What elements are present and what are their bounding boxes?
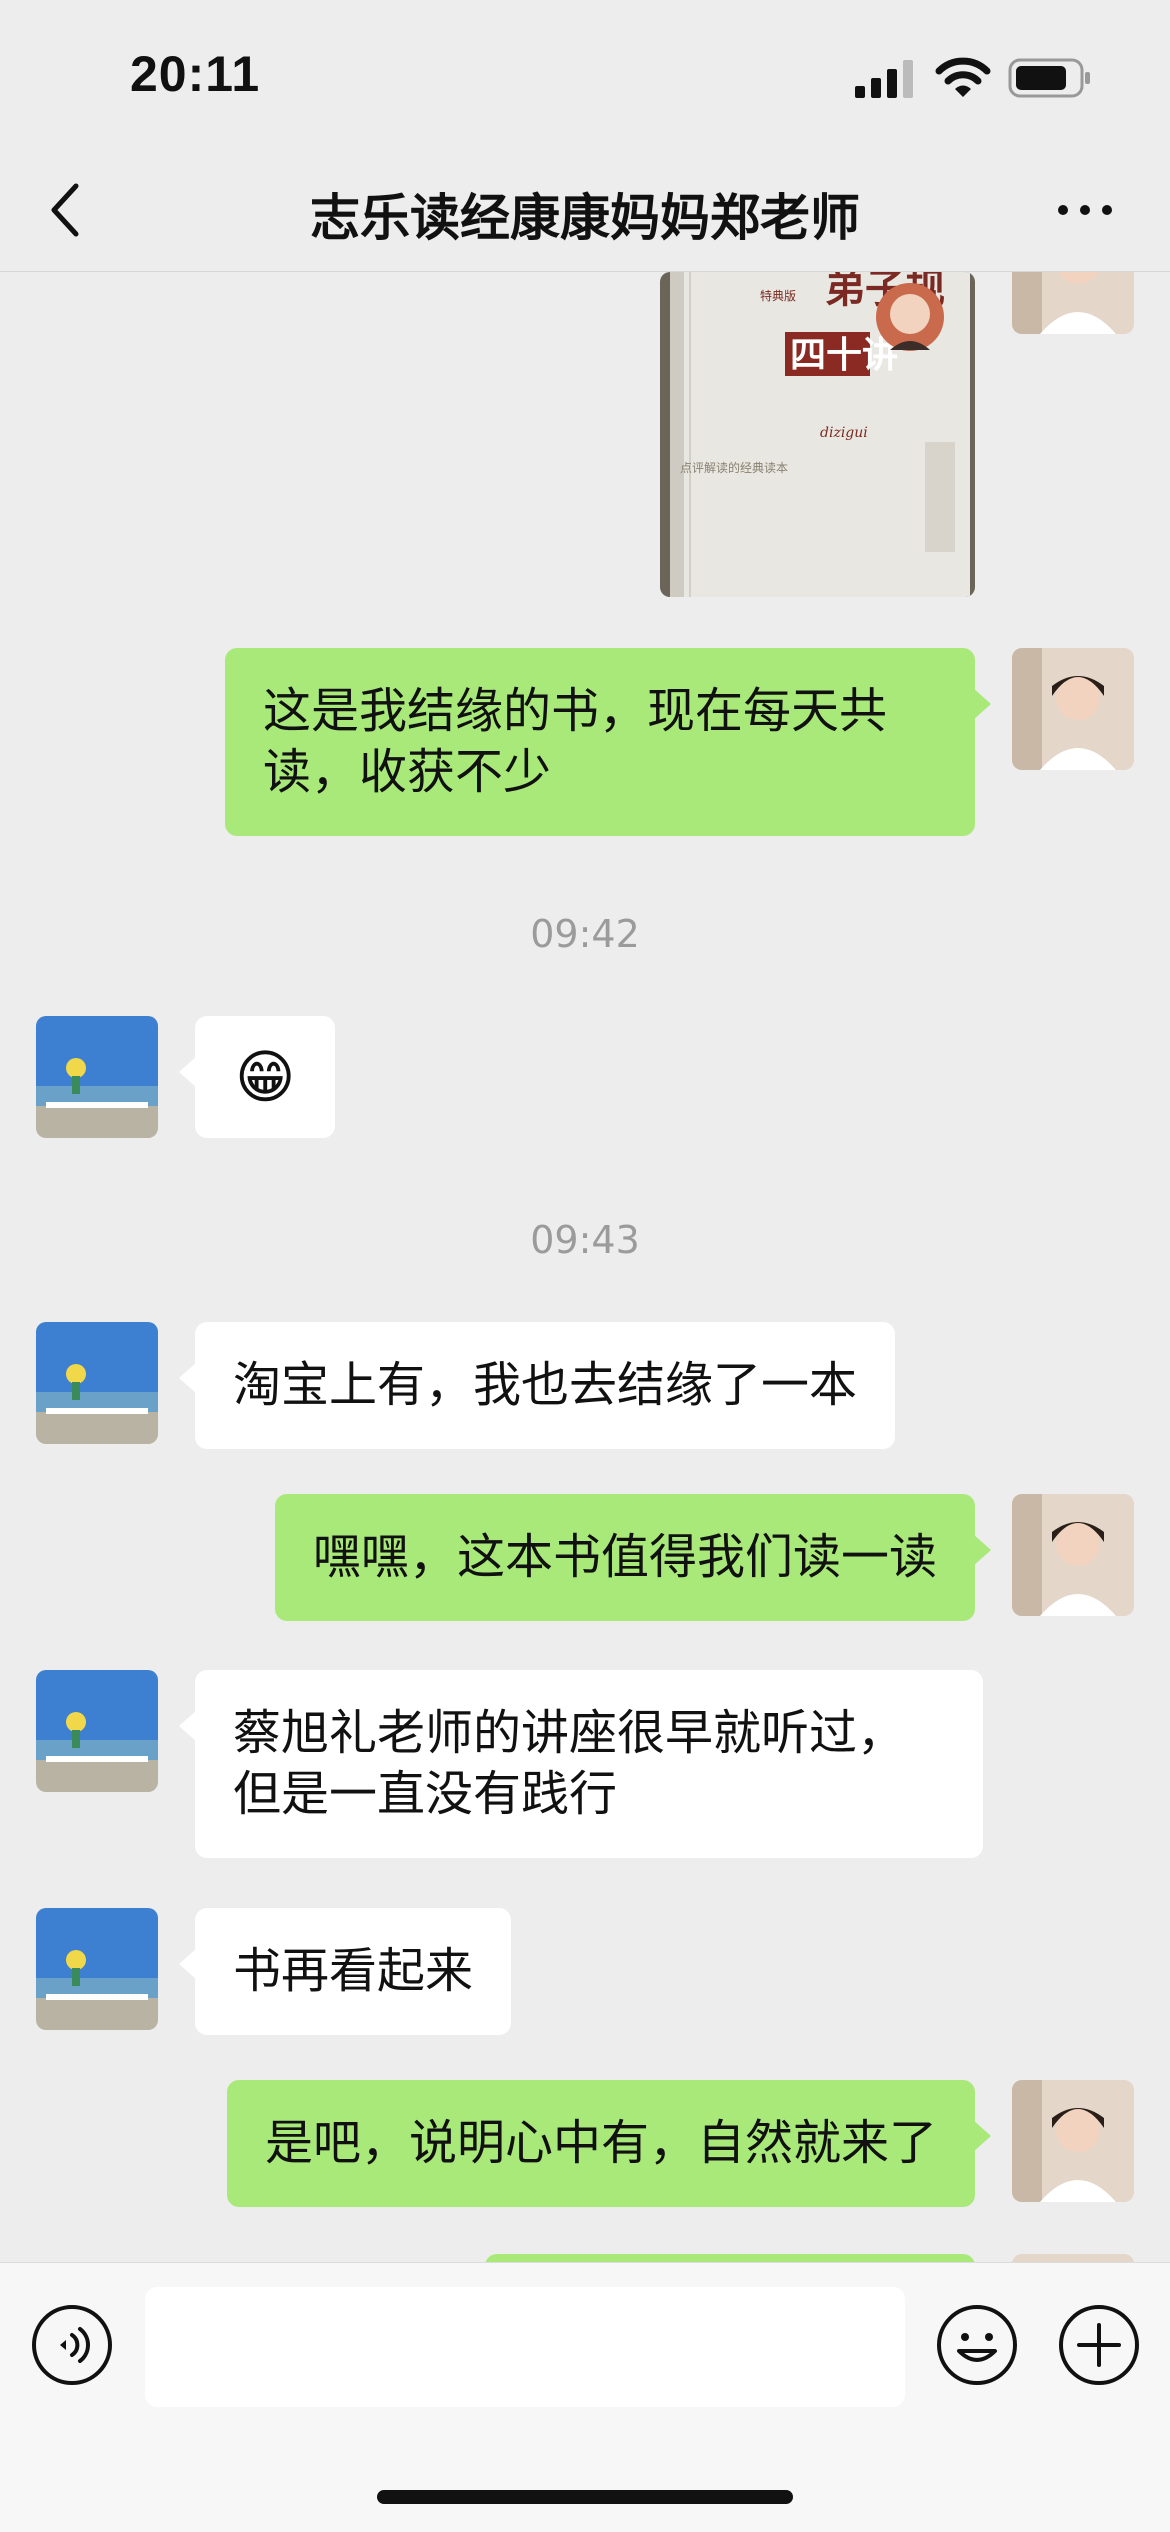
more-icon[interactable] bbox=[1055, 195, 1115, 225]
avatar[interactable] bbox=[1012, 272, 1134, 334]
book-edition: 特典版 bbox=[760, 288, 796, 303]
message-bubble-outgoing[interactable]: 是吧，说明心中有，自然就来了 bbox=[226, 2080, 992, 2207]
book-image[interactable]: 弟子规 特典版 四十讲 dizigui 点评解读的经典读本 bbox=[660, 272, 975, 597]
book-pinyin: dizigui bbox=[820, 425, 868, 441]
avatar[interactable] bbox=[36, 1016, 158, 1138]
battery-icon bbox=[1008, 58, 1090, 98]
book-subtitle: 四十讲 bbox=[790, 334, 898, 376]
avatar[interactable] bbox=[36, 1670, 158, 1792]
message-text: 嘿嘿，这本书值得我们读一读 bbox=[312, 1529, 937, 1585]
message-bubble-incoming[interactable]: 😁 bbox=[178, 1016, 336, 1138]
message-bubble-outgoing[interactable]: 这是我结缘的书，现在每天共读，收获不少 bbox=[225, 648, 991, 836]
book-tagline: 点评解读的经典读本 bbox=[680, 460, 788, 475]
message-text: 蔡旭礼老师的讲座很早就听过，但是一直没有践行 bbox=[233, 1705, 906, 1822]
wifi-icon bbox=[935, 57, 991, 97]
chat-title: 志乐读经康康妈妈郑老师 bbox=[310, 189, 860, 247]
message-input[interactable] bbox=[145, 2287, 905, 2407]
home-indicator[interactable] bbox=[377, 2490, 793, 2504]
emoji-icon[interactable] bbox=[935, 2303, 1019, 2387]
message-text: 是吧，说明心中有，自然就来了 bbox=[264, 2115, 937, 2171]
message-bubble-outgoing[interactable] bbox=[485, 2254, 975, 2262]
message-text: 书再看起来 bbox=[233, 1943, 474, 1999]
message-timestamp: 09:43 bbox=[530, 1218, 640, 1262]
message-list[interactable]: 弟子规 特典版 四十讲 dizigui 点评解读的经典读本 这是我结缘的书，现在… bbox=[0, 272, 1170, 2262]
avatar[interactable] bbox=[1012, 2254, 1134, 2262]
avatar[interactable] bbox=[36, 1908, 158, 2030]
message-bubble-incoming[interactable]: 书再看起来 bbox=[178, 1908, 512, 2035]
emoji: 😁 bbox=[235, 1043, 296, 1111]
message-timestamp: 09:42 bbox=[530, 912, 640, 956]
message-bubble-incoming[interactable]: 蔡旭礼老师的讲座很早就听过，但是一直没有践行 bbox=[179, 1670, 983, 1858]
avatar[interactable] bbox=[36, 1322, 158, 1444]
status-bar: 20:11 bbox=[0, 0, 1170, 150]
plus-icon[interactable] bbox=[1057, 2303, 1141, 2387]
message-bubble-outgoing[interactable]: 嘿嘿，这本书值得我们读一读 bbox=[274, 1494, 992, 1621]
message-bubble-incoming[interactable]: 淘宝上有，我也去结缘了一本 bbox=[178, 1322, 896, 1449]
avatar[interactable] bbox=[1012, 1494, 1134, 1616]
signal-icon bbox=[855, 60, 913, 98]
avatar[interactable] bbox=[1012, 2080, 1134, 2202]
message-text: 这是我结缘的书，现在每天共读，收获不少 bbox=[263, 683, 888, 800]
status-time: 20:11 bbox=[130, 46, 261, 102]
avatar[interactable] bbox=[1012, 648, 1134, 770]
message-text: 淘宝上有，我也去结缘了一本 bbox=[233, 1357, 858, 1413]
chat-header: 志乐读经康康妈妈郑老师 bbox=[0, 150, 1170, 272]
voice-icon[interactable] bbox=[30, 2303, 114, 2387]
